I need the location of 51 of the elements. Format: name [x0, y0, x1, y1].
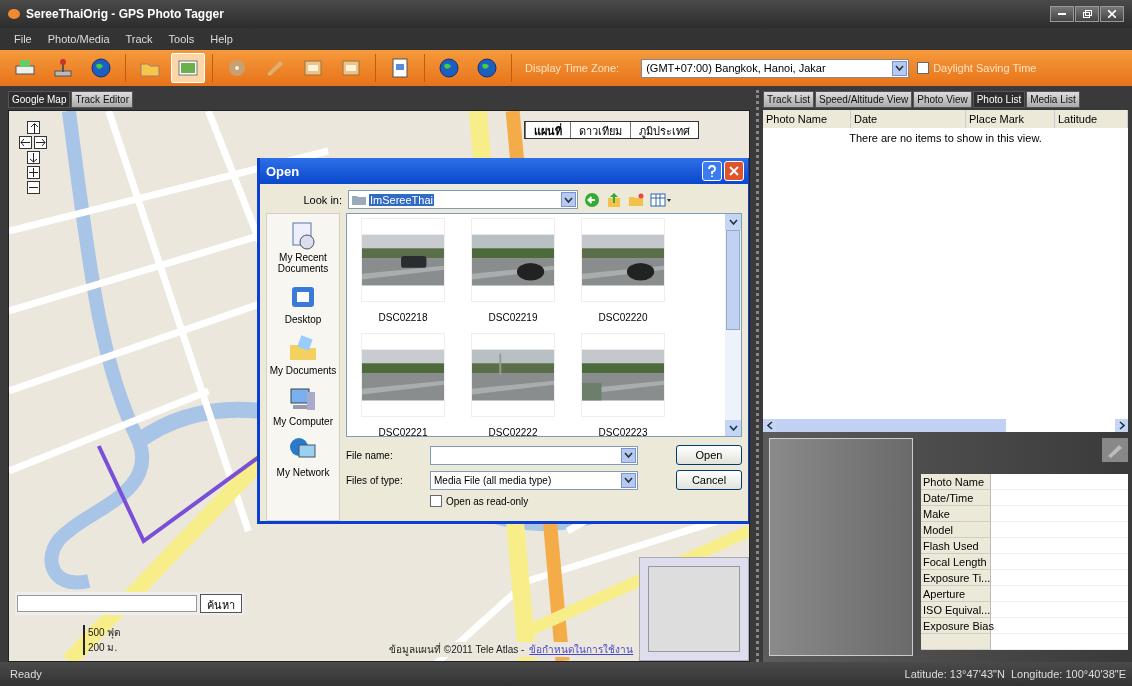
tab[interactable]: Photo List	[972, 91, 1026, 108]
property-name: Make	[921, 506, 991, 522]
tab[interactable]: Track Editor	[71, 91, 133, 108]
property-name: Aperture	[921, 586, 991, 602]
scroll-bar[interactable]	[763, 419, 1128, 432]
property-name: Flash Used	[921, 538, 991, 554]
menu-item[interactable]: Track	[125, 33, 153, 45]
joystick-icon	[51, 56, 75, 80]
tab[interactable]: Track List	[763, 91, 814, 108]
daylight-saving-label: Daylight Saving Time	[933, 62, 1037, 74]
close-button[interactable]	[1100, 6, 1124, 22]
app-logo-icon	[8, 9, 20, 19]
status-text: Ready	[10, 668, 42, 680]
property-name: Photo Name	[921, 474, 991, 490]
menu-item[interactable]: Photo/Media	[47, 33, 110, 45]
coordinates-text: Latitude: 13°47'43"N Longitude: 100°40'38"E	[904, 668, 1126, 680]
globe-icon	[89, 56, 113, 80]
minimize-icon	[1058, 13, 1066, 15]
property-name: Model	[921, 522, 991, 538]
column-header[interactable]: Place Mark	[966, 110, 1055, 128]
menu-item[interactable]: Help	[210, 33, 233, 45]
property-name: ISO Equival...	[921, 602, 991, 618]
right-caret-icon	[1118, 421, 1125, 430]
empty-message: There are no items to show in this view.	[849, 132, 1042, 144]
tab[interactable]: Speed/Altitude View	[814, 91, 913, 108]
minimize-button[interactable]	[1050, 6, 1074, 22]
menu-item[interactable]: Tools	[168, 33, 195, 45]
property-name: Focal Length	[921, 554, 991, 570]
daylight-saving-checkbox[interactable]	[917, 62, 930, 74]
left-caret-icon	[766, 421, 773, 430]
restore-button[interactable]	[1075, 6, 1099, 22]
toolbar-button[interactable]	[171, 53, 205, 83]
menu-item[interactable]: File	[14, 33, 32, 45]
window-title: SereeThaiOrig - GPS Photo Tagger	[26, 7, 225, 21]
pen-icon	[1106, 442, 1124, 458]
caret-icon	[895, 65, 905, 71]
column-header[interactable]: Date	[851, 110, 966, 128]
tab[interactable]: Google Map	[8, 91, 71, 108]
time-zone-label: Display Time Zone:	[525, 62, 620, 74]
property-name: Exposure Ti...	[921, 570, 991, 586]
globe-icon	[475, 56, 499, 80]
time-zone-dropdown[interactable]: (GMT+07:00) Bangkok, Hanoi, Jakar	[641, 58, 910, 78]
close-icon	[1108, 10, 1116, 18]
tab[interactable]: Photo View	[913, 91, 972, 108]
restore-icon	[1082, 10, 1092, 18]
column-header[interactable]: Latitude	[1055, 110, 1128, 128]
tab[interactable]: Media List	[1026, 91, 1080, 108]
table-cell	[921, 634, 991, 650]
column-header[interactable]: Photo Name	[763, 110, 851, 128]
property-name: Date/Time	[921, 490, 991, 506]
globe-icon	[437, 56, 461, 80]
